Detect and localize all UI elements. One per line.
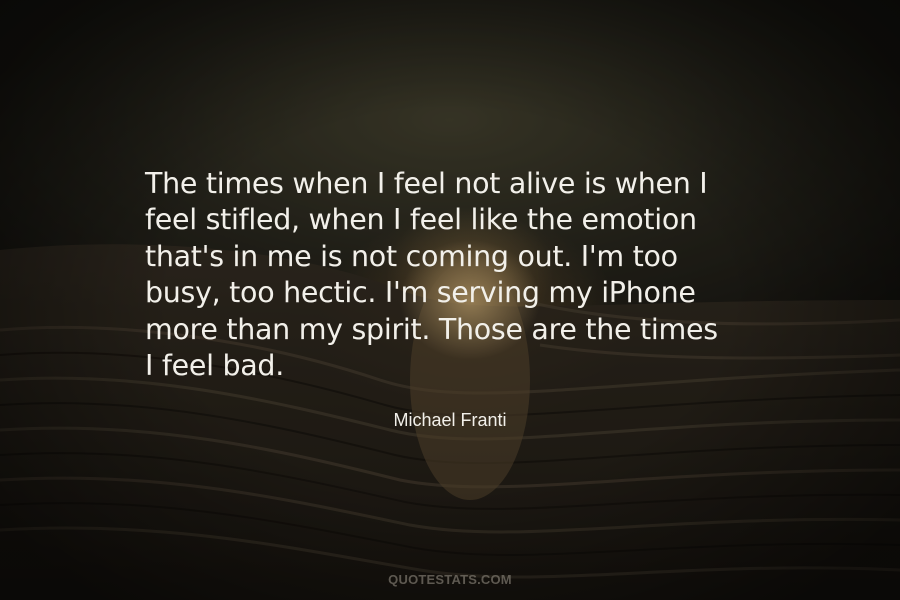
quote-line: I feel bad. [145,349,284,383]
quote-text: The times when I feel not alive is when … [145,166,785,384]
site-watermark: QUOTESTATS.COM [388,572,512,587]
quote-line: busy, too hectic. I'm serving my iPhone [145,276,696,310]
quote-line: feel stifled, when I feel like the emoti… [145,203,697,237]
quote-author: Michael Franti [393,410,507,430]
quote-image: The times when I feel not alive is when … [0,0,900,600]
quote-line: that's in me is not coming out. I'm too [145,239,678,273]
quote-line: more than my spirit. Those are the times [145,312,718,346]
quote-line: The times when I feel not alive is when … [145,167,708,200]
